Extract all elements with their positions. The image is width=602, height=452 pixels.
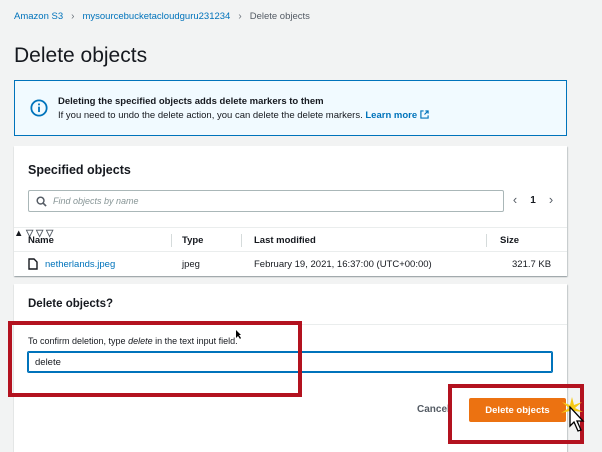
page-number[interactable]: 1: [526, 195, 540, 206]
sort-ascending-icon[interactable]: ▲: [14, 228, 23, 239]
next-page-icon[interactable]: ›: [540, 193, 562, 207]
chevron-right-icon: ›: [238, 11, 242, 22]
text-cursor-icon: [236, 330, 241, 339]
divider: [14, 324, 567, 325]
learn-more-label[interactable]: Learn more: [365, 110, 417, 121]
external-link-icon: [420, 110, 429, 119]
delete-confirmation-panel: Delete objects? To confirm deletion, typ…: [14, 284, 567, 452]
pagination: ‹ 1 ›: [504, 193, 562, 207]
info-alert: Deleting the specified objects adds dele…: [14, 80, 567, 136]
alert-title: Deleting the specified objects adds dele…: [58, 96, 324, 107]
column-type-label: Type: [182, 235, 204, 246]
object-last-modified-cell: February 19, 2021, 16:37:00 (UTC+00:00): [254, 258, 432, 270]
chevron-right-icon: ›: [71, 11, 75, 22]
cancel-button[interactable]: Cancel: [417, 404, 450, 415]
search-field[interactable]: [28, 190, 504, 212]
column-last-modified[interactable]: Last modified: [254, 228, 316, 253]
table-row: netherlands.jpeg jpeg February 19, 2021,…: [14, 252, 567, 276]
confirm-delete-input[interactable]: [27, 351, 553, 373]
mouse-pointer-icon: [569, 406, 585, 432]
confirm-label-suffix: in the text input field.: [152, 336, 238, 346]
confirm-heading: Delete objects?: [28, 298, 113, 310]
column-name-label: Name: [28, 235, 54, 246]
table-header: Name ▲ Type ▽ Last modified ▽ Size ▽: [14, 227, 567, 252]
confirm-label: To confirm deletion, type delete in the …: [28, 336, 238, 346]
page-title: Delete objects: [14, 44, 148, 67]
confirm-label-keyword: delete: [128, 336, 153, 346]
breadcrumb-current: Delete objects: [249, 11, 310, 22]
column-size-label: Size: [500, 235, 520, 246]
specified-objects-panel: Specified objects ‹ 1 › Name ▲ Type ▽ La…: [14, 146, 567, 276]
delete-objects-button[interactable]: Delete objects: [469, 398, 566, 422]
learn-more-link[interactable]: Learn more: [365, 110, 429, 121]
search-input[interactable]: [53, 193, 493, 209]
object-name-cell[interactable]: netherlands.jpeg: [28, 252, 115, 276]
column-last-modified-label: Last modified: [254, 235, 316, 246]
file-icon: [28, 258, 38, 270]
previous-page-icon[interactable]: ‹: [504, 193, 526, 207]
object-type-cell: jpeg: [182, 258, 200, 270]
column-type[interactable]: Type: [182, 228, 203, 253]
info-icon: [30, 99, 48, 117]
alert-body-line: If you need to undo the delete action, y…: [58, 110, 429, 121]
alert-body: If you need to undo the delete action, y…: [58, 110, 363, 121]
confirm-label-prefix: To confirm deletion, type: [28, 336, 129, 346]
breadcrumb: Amazon S3 › mysourcebucketacloudguru2312…: [14, 11, 310, 22]
breadcrumb-bucket[interactable]: mysourcebucketacloudguru231234: [82, 11, 230, 22]
search-icon: [36, 196, 47, 207]
object-size-cell: 321.7 KB: [512, 258, 552, 270]
object-name-link[interactable]: netherlands.jpeg: [45, 259, 115, 270]
column-size[interactable]: Size: [500, 228, 519, 253]
specified-objects-heading: Specified objects: [28, 163, 131, 177]
breadcrumb-amazon-s3[interactable]: Amazon S3: [14, 11, 63, 22]
column-name[interactable]: Name: [28, 228, 54, 253]
